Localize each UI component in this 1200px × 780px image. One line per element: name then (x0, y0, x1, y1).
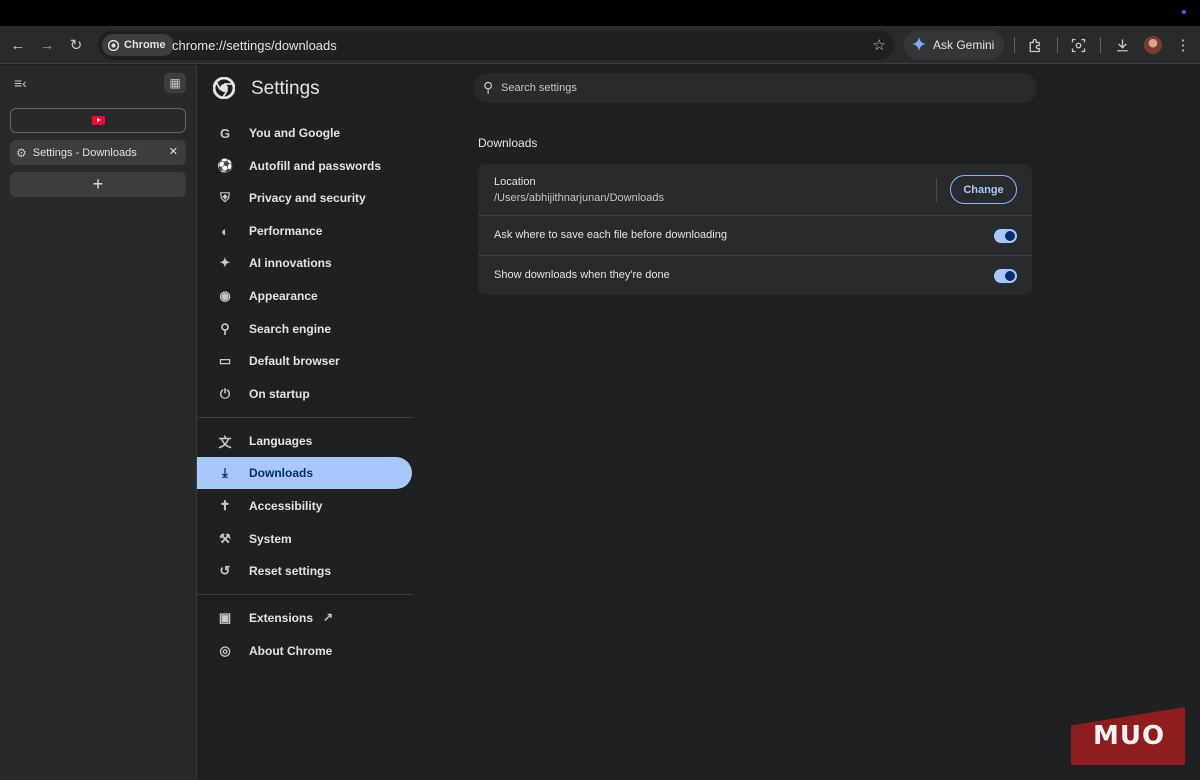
tab-youtube[interactable] (10, 108, 186, 133)
tab-title: Settings - Downloads (32, 146, 137, 159)
ask-gemini-button[interactable]: Ask Gemini (904, 30, 1004, 60)
show-downloads-toggle[interactable] (994, 269, 1017, 283)
key-icon: ⚽ (217, 158, 234, 173)
bookmark-star-icon[interactable]: ☆ (873, 36, 886, 54)
speedometer-icon: ◐ (221, 223, 229, 239)
location-path: /Users/abhijithnarjunan/Downloads (494, 192, 664, 204)
chrome-icon: ◎ (219, 643, 231, 658)
nav-extensions[interactable]: ▣ Extensions ↗ (197, 602, 412, 634)
profile-avatar[interactable] (1144, 36, 1162, 54)
more-menu-icon[interactable]: ⋮ (1172, 34, 1194, 56)
nav-ai-innovations[interactable]: ✦ AI innovations (197, 247, 412, 279)
gemini-sparkle-icon (912, 36, 926, 54)
sparkle-icon: ✦ (219, 255, 231, 270)
search-icon: ⚲ (220, 321, 230, 336)
address-bar[interactable]: Chrome chrome://settings/downloads ☆ (98, 30, 894, 60)
tab-settings-downloads[interactable]: ⚙ Settings - Downloads ✕ (10, 140, 186, 165)
nav-appearance[interactable]: ◉ Appearance (197, 280, 412, 312)
chip-label: Chrome (124, 39, 166, 51)
nav-performance[interactable]: ◐ Performance (197, 215, 412, 247)
youtube-icon (91, 116, 105, 125)
nav-divider (197, 594, 413, 595)
nav-system[interactable]: ⚒ System (197, 523, 412, 555)
lens-screenshot-icon[interactable] (1067, 34, 1089, 56)
show-downloads-row[interactable]: Show downloads when they're done (478, 256, 1032, 296)
vertical-tabs-panel: ≡‹ ▦ ⚙ Settings - Downloads ✕ + (0, 65, 196, 780)
nav-about-chrome[interactable]: ◎ About Chrome (197, 635, 412, 667)
google-icon: G (219, 125, 231, 141)
nav-privacy[interactable]: ⛨ Privacy and security (197, 182, 412, 214)
external-link-icon: ↗ (323, 610, 334, 624)
nav-you-and-google[interactable]: G You and Google (197, 117, 412, 149)
nav-default-browser[interactable]: ▭ Default browser (197, 345, 412, 377)
nav-divider (197, 417, 413, 418)
url-text[interactable]: chrome://settings/downloads (172, 38, 337, 53)
macos-top-bar (0, 0, 1200, 26)
nav-languages[interactable]: 文 Languages (197, 425, 412, 457)
power-icon: ⏻ (219, 386, 231, 401)
section-title: Downloads (478, 136, 538, 150)
watermark-text: MUO (1093, 721, 1166, 751)
download-icon[interactable] (1111, 34, 1133, 56)
chrome-icon (108, 39, 119, 51)
chrome-chip[interactable]: Chrome (102, 34, 174, 56)
divider (1100, 37, 1101, 53)
wrench-icon: ⚒ (219, 531, 231, 546)
extensions-puzzle-icon[interactable] (1024, 34, 1046, 56)
browser-window-icon: ▭ (218, 353, 232, 368)
nav-on-startup[interactable]: ⏻ On startup (197, 378, 412, 410)
collapse-panel-icon[interactable]: ≡‹ (14, 75, 27, 91)
nav-autofill[interactable]: ⚽ Autofill and passwords (197, 150, 412, 182)
downloads-card: Location /Users/abhijithnarjunan/Downloa… (478, 164, 1032, 295)
show-downloads-label: Show downloads when they're done (494, 269, 670, 281)
tab-grid-icon[interactable]: ▦ (164, 73, 186, 93)
settings-page: Settings ⚲ Search settings G You and Goog… (196, 65, 1200, 780)
ask-where-toggle[interactable] (994, 229, 1017, 243)
reload-icon[interactable]: ↻ (65, 34, 87, 56)
divider (936, 178, 937, 202)
puzzle-icon: ▣ (218, 610, 232, 625)
search-placeholder: Search settings (501, 82, 577, 94)
download-icon: ⤓ (222, 465, 228, 480)
ask-where-label: Ask where to save each file before downl… (494, 229, 727, 241)
browser-toolbar: ← → ↻ Chrome chrome://settings/downloads… (0, 26, 1200, 64)
location-label: Location (494, 176, 536, 188)
page-title: Settings (251, 78, 320, 99)
back-arrow-icon[interactable]: ← (7, 34, 29, 56)
shield-icon: ⛨ (220, 190, 230, 205)
change-location-button[interactable]: Change (950, 175, 1017, 204)
new-tab-button[interactable]: + (10, 172, 186, 197)
ask-where-row[interactable]: Ask where to save each file before downl… (478, 216, 1032, 256)
search-icon: ⚲ (483, 79, 494, 95)
nav-search-engine[interactable]: ⚲ Search engine (197, 313, 412, 345)
search-settings-input[interactable]: ⚲ Search settings (473, 73, 1037, 103)
nav-downloads[interactable]: ⤓ Downloads (197, 457, 412, 489)
gemini-label: Ask Gemini (933, 38, 995, 52)
status-dot (1182, 10, 1186, 14)
divider (1014, 37, 1015, 53)
reset-icon: ↺ (219, 563, 231, 578)
chrome-logo-icon (213, 77, 235, 99)
accessibility-icon: ✝ (219, 498, 231, 513)
forward-arrow-icon[interactable]: → (36, 34, 58, 56)
gear-icon: ⚙ (16, 145, 27, 160)
translate-icon: 文 (218, 434, 232, 450)
divider (1057, 37, 1058, 53)
palette-icon: ◉ (219, 288, 231, 303)
close-tab-icon[interactable]: ✕ (169, 145, 178, 158)
location-row: Location /Users/abhijithnarjunan/Downloa… (478, 164, 1032, 216)
nav-accessibility[interactable]: ✝ Accessibility (197, 490, 412, 522)
nav-reset-settings[interactable]: ↺ Reset settings (197, 555, 412, 587)
toggle-knob (1005, 231, 1015, 241)
toggle-knob (1005, 271, 1015, 281)
